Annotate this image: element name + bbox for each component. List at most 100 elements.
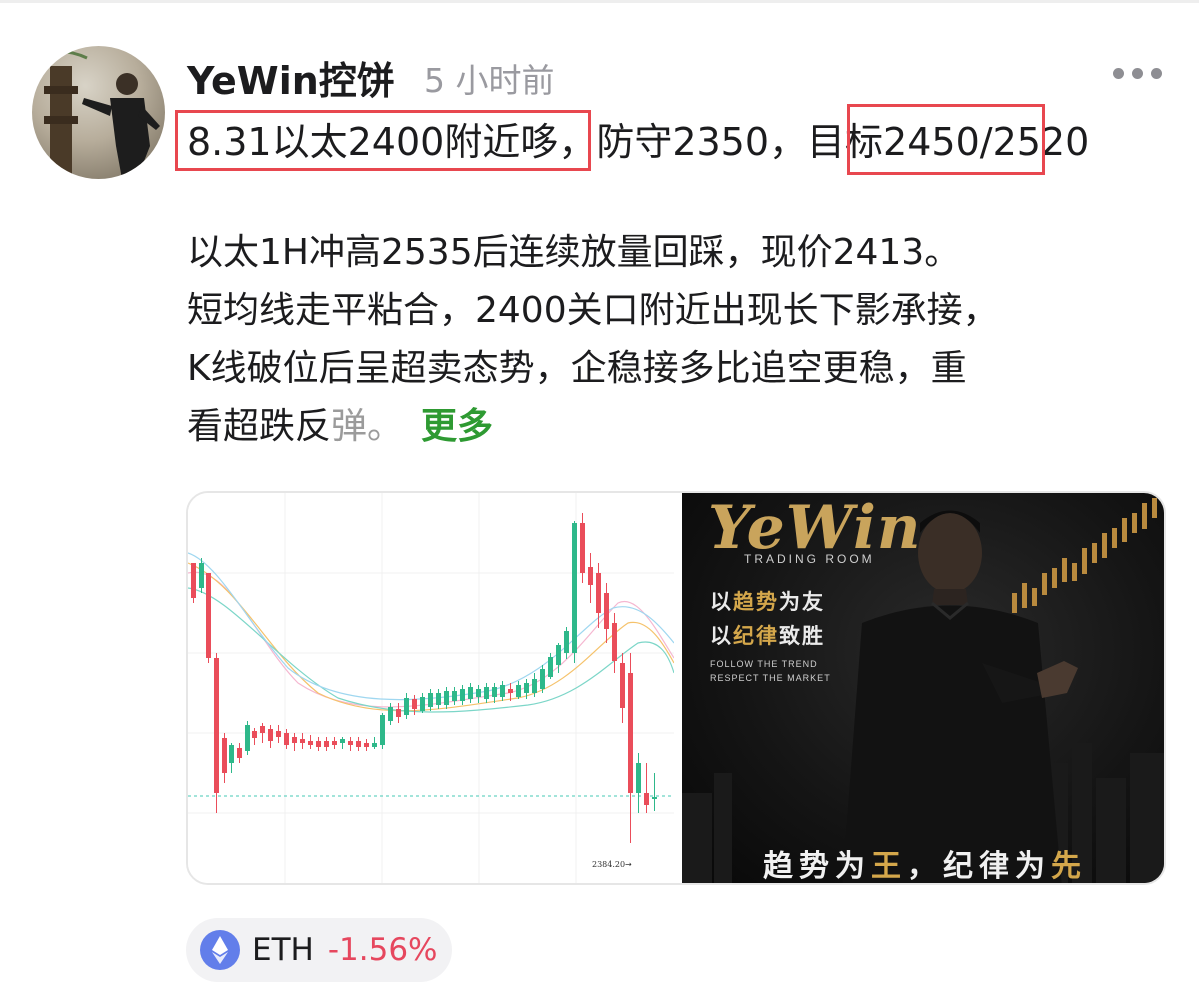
slogan-highlight: 纪律 — [733, 624, 779, 648]
body-line-fade: 弹。 — [331, 406, 404, 447]
chart-image[interactable]: 2384.20 → — [188, 493, 675, 883]
poster-en-2: RESPECT THE MARKET — [710, 673, 831, 683]
price-arrow: → — [625, 860, 632, 869]
candle-body — [396, 709, 401, 717]
candle-body — [237, 748, 242, 758]
candle-body — [364, 743, 369, 747]
poster-subtitle: TRADING ROOM — [744, 552, 875, 566]
candle-body — [260, 726, 265, 733]
candle-body — [292, 737, 297, 743]
candle-body — [404, 698, 409, 715]
coin-change: -1.56% — [327, 932, 438, 968]
candle-body — [380, 715, 385, 745]
bottom-highlight: 王 — [871, 849, 907, 884]
candle-body — [556, 645, 561, 665]
body-line: 短均线走平粘合，2400关口附近出现长下影承接， — [187, 290, 999, 331]
poster-bottom-slogan: 趋势为王，纪律为先 — [682, 847, 1164, 884]
slogan-text: 以 — [710, 590, 733, 614]
coin-symbol: ETH — [252, 932, 314, 968]
poster-candles — [1012, 498, 1157, 613]
candle-body — [500, 685, 505, 697]
username[interactable]: YeWin控饼 — [187, 50, 395, 105]
headline-entry: 8.31以太2400附近哆 — [187, 120, 559, 164]
candle-body — [580, 523, 585, 573]
candle-body — [588, 567, 593, 585]
headline-target2: /2520 — [979, 120, 1090, 164]
candle-body — [340, 739, 345, 743]
candles — [191, 513, 657, 843]
candle-body — [191, 563, 196, 598]
candle-body — [420, 697, 425, 711]
candle-body — [548, 657, 553, 677]
candle-body — [532, 679, 537, 693]
candle-body — [356, 741, 361, 747]
candle-body — [516, 685, 521, 697]
candle-body — [572, 523, 577, 653]
poster-en-1: FOLLOW THE TREND — [710, 659, 818, 669]
candle-body — [276, 731, 281, 737]
candle-body — [206, 573, 211, 658]
candle-body — [612, 623, 617, 661]
candle-body — [620, 663, 625, 708]
martial-artist — [842, 510, 1078, 883]
chart-price-label: 2384.20 — [592, 860, 625, 869]
body-line: K线破位后呈超卖态势，企稳接多比追空更稳，重 — [187, 348, 967, 389]
poster-slogan-1: 以趋势为友 — [710, 586, 825, 616]
candle-body — [214, 658, 219, 793]
candle-body — [332, 741, 337, 745]
post-time: 5 小时前 — [424, 61, 555, 100]
candle-body — [604, 593, 609, 629]
avatar[interactable] — [32, 46, 165, 179]
post-body: 以太1H冲高2535后连续放量回踩，现价2413。 短均线走平粘合，2400关口… — [187, 224, 1172, 456]
candle-body — [388, 707, 393, 721]
candle-body — [564, 631, 569, 653]
candle-body — [222, 738, 227, 773]
candle-body — [636, 763, 641, 793]
candle-body — [412, 699, 417, 709]
candle-body — [245, 725, 250, 751]
bottom-highlight: 先 — [1051, 849, 1087, 884]
slogan-text: 以 — [710, 624, 733, 648]
candle-body — [324, 741, 329, 747]
post-headline: 8.31以太2400附近哆，防守2350，目标2450/2520 — [187, 117, 1089, 167]
candle-body — [444, 691, 449, 705]
candlestick-chart: 2384.20 → — [188, 493, 675, 883]
candle-body — [596, 573, 601, 613]
candle-body — [644, 793, 649, 805]
candle-body — [436, 693, 441, 705]
candle-body — [484, 687, 489, 699]
slogan-text: 致胜 — [779, 624, 825, 648]
candle-body — [229, 745, 234, 763]
post-media: 2384.20 → YeWin TRADING ROOM 以趋势为友 以纪律致胜… — [186, 491, 1166, 885]
body-line: 看超跌反弹。 更多 — [187, 398, 1172, 456]
candle-body — [300, 739, 305, 743]
candle-body — [252, 731, 257, 738]
candle-body — [348, 741, 353, 745]
avatar-image — [36, 49, 164, 179]
headline-target: 目标2450 — [807, 120, 980, 164]
candle-body — [540, 669, 545, 689]
bottom-text: ，纪律为 — [907, 849, 1051, 884]
ethereum-icon — [200, 930, 240, 970]
candle-body — [652, 797, 657, 799]
candle-body — [476, 689, 481, 697]
more-options-icon[interactable] — [1113, 64, 1163, 84]
candle-body — [268, 729, 273, 741]
candle-body — [428, 693, 433, 707]
candle-body — [492, 687, 497, 697]
slogan-text: 为友 — [779, 590, 825, 614]
candle-body — [372, 743, 377, 747]
body-line: 以太1H冲高2535后连续放量回踩，现价2413。 — [187, 232, 961, 273]
coin-tag[interactable]: ETH -1.56% — [186, 918, 452, 982]
top-divider — [0, 0, 1199, 3]
candle-body — [508, 689, 513, 693]
candle-body — [308, 741, 313, 745]
body-line-text: 看超跌反 — [187, 406, 332, 447]
candle-body — [284, 733, 289, 745]
candle-body — [468, 687, 473, 699]
candle-body — [316, 741, 321, 747]
candle-body — [524, 683, 529, 693]
poster-image[interactable]: YeWin TRADING ROOM 以趋势为友 以纪律致胜 FOLLOW TH… — [682, 493, 1164, 884]
more-link[interactable]: 更多 — [421, 406, 493, 447]
candle-body — [199, 563, 204, 588]
